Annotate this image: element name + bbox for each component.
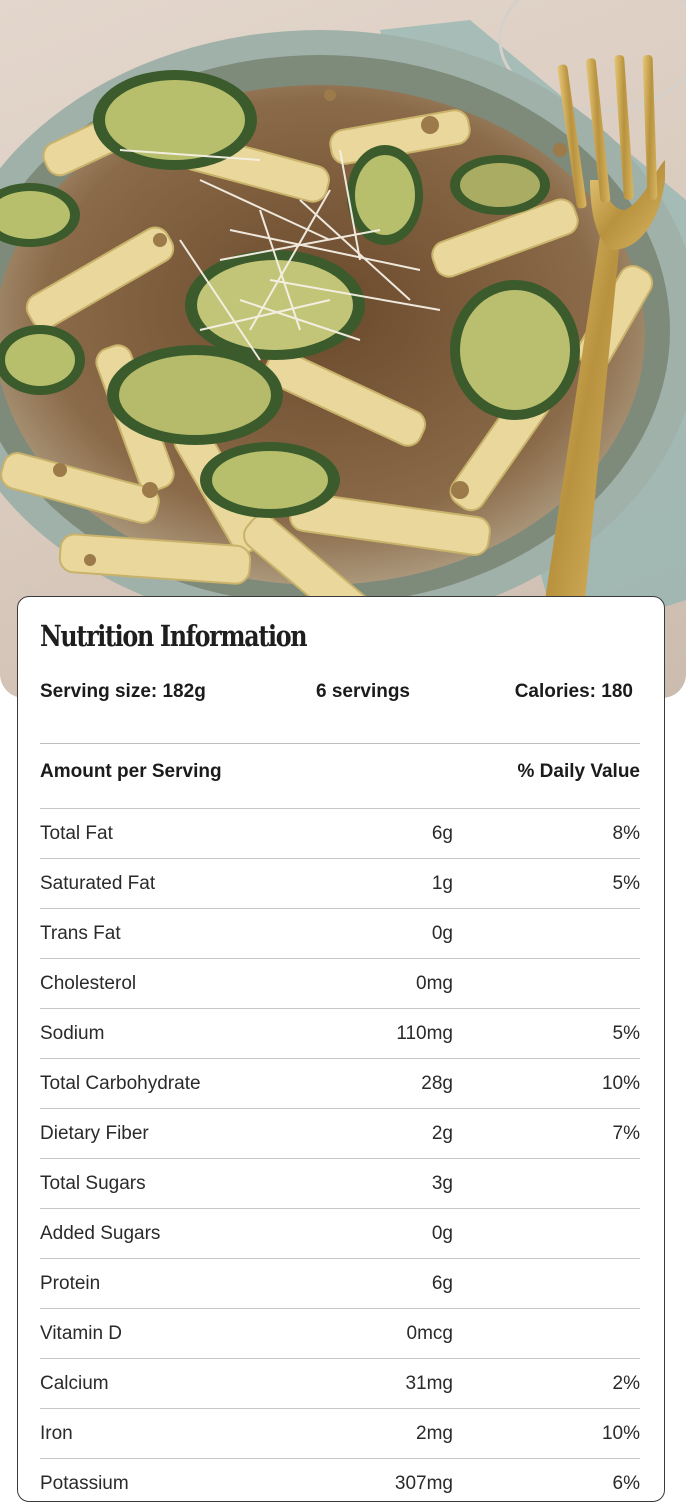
- nutrient-row: Protein 6g: [40, 1258, 640, 1308]
- pasta-dish-photo: [0, 0, 686, 698]
- nutrient-name: Sodium: [40, 1023, 105, 1044]
- nutrient-amount: 2mg: [416, 1423, 453, 1444]
- nutrient-row: Added Sugars 0g: [40, 1208, 640, 1258]
- nutrient-amount: 28g: [421, 1073, 453, 1094]
- nutrient-row: Potassium 307mg 6%: [40, 1458, 640, 1508]
- nutrition-title: Nutrition Information: [40, 619, 308, 653]
- nutrient-row: Dietary Fiber 2g 7%: [40, 1108, 640, 1158]
- nutrient-amount: 1g: [431, 873, 453, 894]
- nutrient-amount: 6g: [431, 823, 453, 844]
- nutrient-name: Cholesterol: [40, 973, 137, 994]
- nutrient-row: Saturated Fat 1g 5%: [40, 858, 640, 908]
- nutrient-amount: 307mg: [394, 1473, 453, 1494]
- calories: Calories: 180: [514, 681, 633, 702]
- nutrient-daily-value: 6%: [612, 1473, 640, 1494]
- nutrient-name: Calcium: [40, 1373, 109, 1394]
- divider: [40, 743, 640, 744]
- nutrient-name: Saturated Fat: [40, 873, 156, 894]
- nutrient-row: Total Sugars 3g: [40, 1158, 640, 1208]
- nutrient-row: Sodium 110mg 5%: [40, 1008, 640, 1058]
- nutrient-table: Total Fat 6g 8% Saturated Fat 1g 5% Trans Fa…: [40, 808, 640, 1508]
- nutrient-row: Trans Fat 0g: [40, 908, 640, 958]
- nutrient-row: Calcium 31mg 2%: [40, 1358, 640, 1408]
- nutrient-daily-value: 2%: [612, 1373, 640, 1394]
- nutrient-name: Trans Fat: [40, 923, 121, 944]
- nutrient-row: Iron 2mg 10%: [40, 1408, 640, 1458]
- nutrient-amount: 0mcg: [406, 1323, 453, 1344]
- nutrient-name: Added Sugars: [40, 1223, 161, 1244]
- serving-size: Serving size: 182g: [40, 681, 206, 702]
- nutrient-daily-value: 5%: [612, 1023, 640, 1044]
- amount-header: Amount per Serving: [40, 761, 222, 782]
- table-header: Amount per Serving % Daily Value: [40, 761, 640, 783]
- nutrient-amount: 0mg: [416, 973, 453, 994]
- nutrient-name: Total Carbohydrate: [40, 1073, 201, 1094]
- nutrient-amount: 3g: [431, 1173, 453, 1194]
- nutrient-row: Total Carbohydrate 28g 10%: [40, 1058, 640, 1108]
- nutrient-amount: 0g: [431, 923, 453, 944]
- nutrient-name: Potassium: [40, 1473, 129, 1494]
- pasta-dish-illustration: [0, 0, 686, 642]
- nutrient-amount: 110mg: [396, 1023, 453, 1044]
- nutrient-amount: 31mg: [405, 1373, 453, 1394]
- nutrient-daily-value: 8%: [612, 823, 640, 844]
- nutrient-name: Vitamin D: [40, 1323, 123, 1344]
- daily-value-header: % Daily Value: [517, 761, 640, 782]
- nutrient-row: Cholesterol 0mg: [40, 958, 640, 1008]
- nutrient-name: Total Fat: [40, 823, 113, 844]
- nutrient-row: Vitamin D 0mcg: [40, 1308, 640, 1358]
- nutrition-card: Nutrition Information Serving size: 182g…: [17, 596, 665, 1502]
- nutrient-amount: 0g: [431, 1223, 453, 1244]
- nutrient-daily-value: 7%: [612, 1123, 640, 1144]
- nutrient-amount: 6g: [431, 1273, 453, 1294]
- nutrient-daily-value: 10%: [601, 1073, 640, 1094]
- nutrient-row: Total Fat 6g 8%: [40, 808, 640, 858]
- nutrient-name: Iron: [40, 1423, 73, 1444]
- nutrient-daily-value: 10%: [601, 1423, 640, 1444]
- servings-count: 6 servings: [316, 681, 410, 702]
- nutrient-name: Protein: [40, 1273, 101, 1294]
- nutrient-daily-value: 5%: [612, 873, 640, 894]
- nutrient-amount: 2g: [431, 1123, 453, 1144]
- nutrient-name: Total Sugars: [40, 1173, 146, 1194]
- nutrient-name: Dietary Fiber: [40, 1123, 149, 1144]
